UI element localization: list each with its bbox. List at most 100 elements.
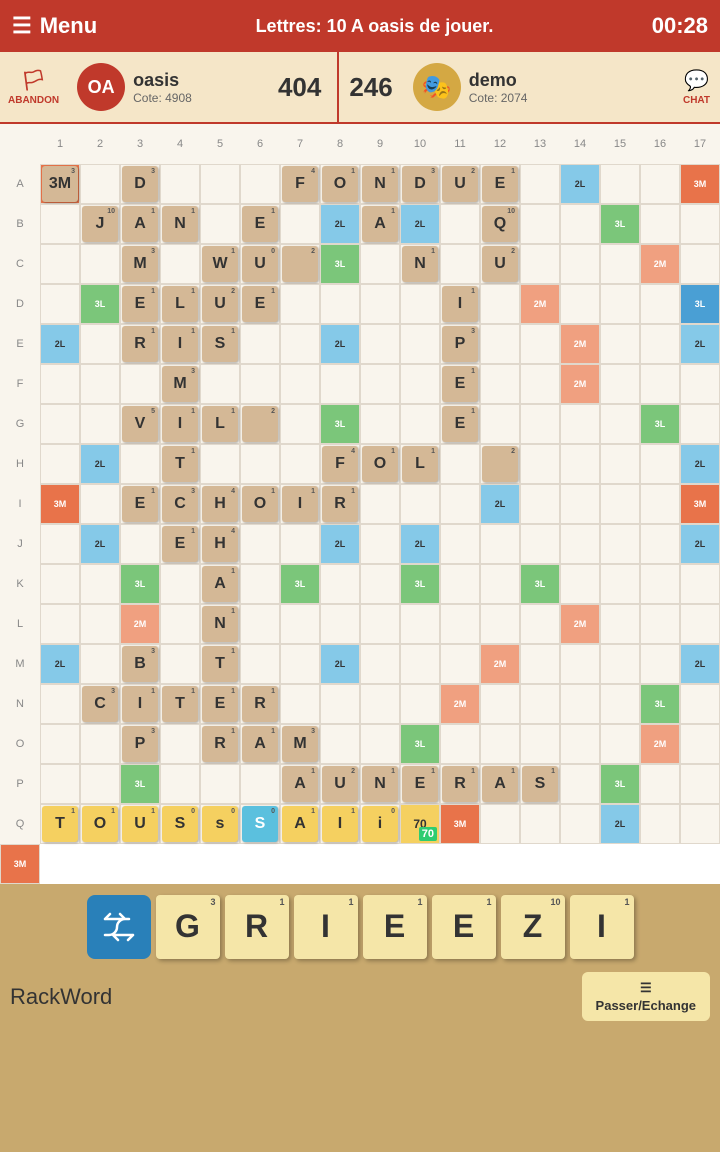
cell-M15[interactable] xyxy=(600,644,640,684)
cell-A6[interactable] xyxy=(240,164,280,204)
cell-A8[interactable]: 1O xyxy=(320,164,360,204)
cell-H16[interactable] xyxy=(640,444,680,484)
cell-K7[interactable]: 3L xyxy=(280,564,320,604)
cell-A1[interactable]: 33M xyxy=(40,164,80,204)
cell-C6[interactable]: 0U xyxy=(240,244,280,284)
cell-L12[interactable] xyxy=(480,604,520,644)
cell-D13[interactable]: 2M xyxy=(520,284,560,324)
cell-I9[interactable] xyxy=(360,484,400,524)
cell-G16[interactable]: 3L xyxy=(640,404,680,444)
cell-N6[interactable]: 1R xyxy=(240,684,280,724)
cell-L17[interactable] xyxy=(680,604,720,644)
cell-J4[interactable]: 1E xyxy=(160,524,200,564)
cell-L7[interactable] xyxy=(280,604,320,644)
cell-O5[interactable]: 1R xyxy=(200,724,240,764)
cell-J7[interactable] xyxy=(280,524,320,564)
cell-H13[interactable] xyxy=(520,444,560,484)
cell-O4[interactable] xyxy=(160,724,200,764)
cell-A2[interactable] xyxy=(80,164,120,204)
cell-O8[interactable] xyxy=(320,724,360,764)
cell-N11[interactable]: 2M xyxy=(440,684,480,724)
cell-M9[interactable] xyxy=(360,644,400,684)
cell-C12[interactable]: 2U xyxy=(480,244,520,284)
cell-J15[interactable] xyxy=(600,524,640,564)
cell-I5[interactable]: 4H xyxy=(200,484,240,524)
cell-P2[interactable] xyxy=(80,764,120,804)
cell-P6[interactable] xyxy=(240,764,280,804)
cell-K3[interactable]: 3L xyxy=(120,564,160,604)
cell-G11[interactable]: 1E xyxy=(440,404,480,444)
cell-A4[interactable] xyxy=(160,164,200,204)
cell-O1[interactable] xyxy=(40,724,80,764)
cell-B2[interactable]: 10J xyxy=(80,204,120,244)
cell-F2[interactable] xyxy=(80,364,120,404)
cell-F5[interactable] xyxy=(200,364,240,404)
cell-E4[interactable]: 1I xyxy=(160,324,200,364)
cell-E16[interactable] xyxy=(640,324,680,364)
cell-H4[interactable]: 1T xyxy=(160,444,200,484)
cell-H3[interactable] xyxy=(120,444,160,484)
cell-J16[interactable] xyxy=(640,524,680,564)
cell-E11[interactable]: 3P xyxy=(440,324,480,364)
cell-E14[interactable]: 2M xyxy=(560,324,600,364)
cell-B3[interactable]: 1A xyxy=(120,204,160,244)
cell-B6[interactable]: 1E xyxy=(240,204,280,244)
cell-L5[interactable]: 1N xyxy=(200,604,240,644)
cell-M12[interactable]: 2M xyxy=(480,644,520,684)
cell-F16[interactable] xyxy=(640,364,680,404)
cell-Q14[interactable]: 2L xyxy=(600,804,640,844)
cell-I16[interactable] xyxy=(640,484,680,524)
cell-F12[interactable] xyxy=(480,364,520,404)
cell-I1[interactable]: 3M xyxy=(40,484,80,524)
cell-G6[interactable]: 2 xyxy=(240,404,280,444)
cell-J14[interactable] xyxy=(560,524,600,564)
cell-B14[interactable] xyxy=(560,204,600,244)
cell-H11[interactable] xyxy=(440,444,480,484)
cell-I13[interactable] xyxy=(520,484,560,524)
cell-H12[interactable]: 2 xyxy=(480,444,520,484)
cell-B12[interactable]: 10Q xyxy=(480,204,520,244)
cell-F13[interactable] xyxy=(520,364,560,404)
cell-G9[interactable] xyxy=(360,404,400,444)
cell-H10[interactable]: 1L xyxy=(400,444,440,484)
cell-K6[interactable] xyxy=(240,564,280,604)
cell-C13[interactable] xyxy=(520,244,560,284)
cell-P10[interactable]: 1E xyxy=(400,764,440,804)
cell-Q5[interactable]: 0s xyxy=(200,804,240,844)
cell-M10[interactable] xyxy=(400,644,440,684)
cell-M4[interactable] xyxy=(160,644,200,684)
cell-G12[interactable] xyxy=(480,404,520,444)
cell-O10[interactable]: 3L xyxy=(400,724,440,764)
cell-O13[interactable] xyxy=(520,724,560,764)
cell-P11[interactable]: 1R xyxy=(440,764,480,804)
cell-F3[interactable] xyxy=(120,364,160,404)
cell-M5[interactable]: 1T xyxy=(200,644,240,684)
cell-B10[interactable]: 2L xyxy=(400,204,440,244)
cell-M2[interactable] xyxy=(80,644,120,684)
cell-C15[interactable] xyxy=(600,244,640,284)
cell-D6[interactable]: 1E xyxy=(240,284,280,324)
chat-button[interactable]: 💬 CHAT xyxy=(673,52,720,122)
cell-D5[interactable]: 2U xyxy=(200,284,240,324)
cell-M1[interactable]: 2L xyxy=(40,644,80,684)
cell-O6[interactable]: 1A xyxy=(240,724,280,764)
cell-O14[interactable] xyxy=(560,724,600,764)
cell-C14[interactable] xyxy=(560,244,600,284)
cell-Q11[interactable] xyxy=(480,804,520,844)
cell-I2[interactable] xyxy=(80,484,120,524)
cell-F8[interactable] xyxy=(320,364,360,404)
cell-J2[interactable]: 2L xyxy=(80,524,120,564)
cell-L14[interactable]: 2M xyxy=(560,604,600,644)
cell-N4[interactable]: 1T xyxy=(160,684,200,724)
cell-P13[interactable]: 1S xyxy=(520,764,560,804)
cell-C9[interactable] xyxy=(360,244,400,284)
cell-C1[interactable] xyxy=(40,244,80,284)
cell-P4[interactable] xyxy=(160,764,200,804)
cell-J1[interactable] xyxy=(40,524,80,564)
cell-C2[interactable] xyxy=(80,244,120,284)
cell-J6[interactable] xyxy=(240,524,280,564)
cell-M14[interactable] xyxy=(560,644,600,684)
cell-A11[interactable]: 2U xyxy=(440,164,480,204)
cell-G7[interactable] xyxy=(280,404,320,444)
cell-P12[interactable]: 1A xyxy=(480,764,520,804)
